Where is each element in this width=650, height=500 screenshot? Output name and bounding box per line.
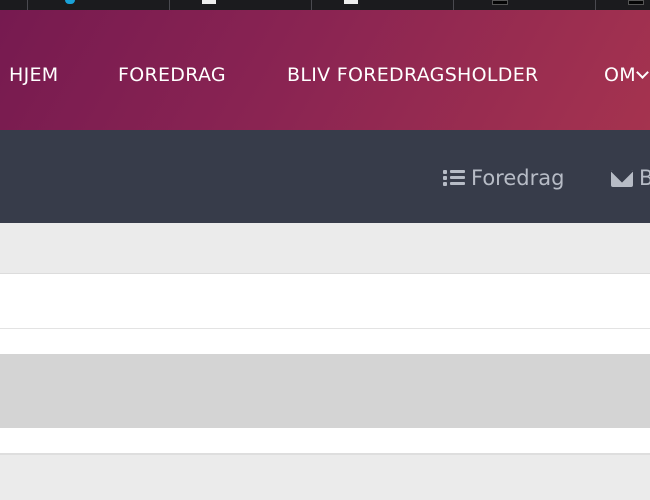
tab-separator <box>595 0 596 10</box>
nav-item-label: HJEM <box>9 64 59 86</box>
content-placeholder-block <box>0 354 650 428</box>
tab-separator <box>311 0 312 10</box>
content-row <box>0 274 650 329</box>
secondary-navbar: Foredrag B <box>0 130 650 223</box>
contact-link[interactable]: B <box>611 130 650 223</box>
nav-item-label: BLIV FOREDRAGSHOLDER <box>287 64 539 86</box>
nav-item-label: OM <box>604 64 636 86</box>
content-spacer <box>0 329 650 354</box>
foredrag-link-label: Foredrag <box>471 166 565 190</box>
tab-favicon[interactable] <box>628 0 644 5</box>
tab-favicon[interactable] <box>492 0 508 5</box>
envelope-icon <box>611 170 633 187</box>
nav-item-om[interactable]: OM <box>604 10 649 130</box>
main-navbar: HJEM FOREDRAG BLIV FOREDRAGSHOLDER OM <box>0 10 650 130</box>
tab-favicon[interactable] <box>65 0 75 4</box>
tab-separator <box>453 0 454 10</box>
content-row <box>0 223 650 274</box>
chevron-down-icon <box>636 66 649 79</box>
tab-separator <box>169 0 170 10</box>
content-spacer <box>0 428 650 455</box>
content-row <box>0 455 650 500</box>
tab-favicon[interactable] <box>344 0 358 4</box>
nav-item-foredrag[interactable]: FOREDRAG <box>118 10 226 130</box>
nav-item-hjem[interactable]: HJEM <box>9 10 59 130</box>
nav-item-bliv-foredragsholder[interactable]: BLIV FOREDRAGSHOLDER <box>287 10 539 130</box>
nav-item-label: FOREDRAG <box>118 64 226 86</box>
list-icon <box>443 169 465 187</box>
tab-favicon[interactable] <box>202 0 216 4</box>
contact-link-label: B <box>639 166 650 190</box>
foredrag-link[interactable]: Foredrag <box>443 130 564 223</box>
tab-separator <box>27 0 28 10</box>
